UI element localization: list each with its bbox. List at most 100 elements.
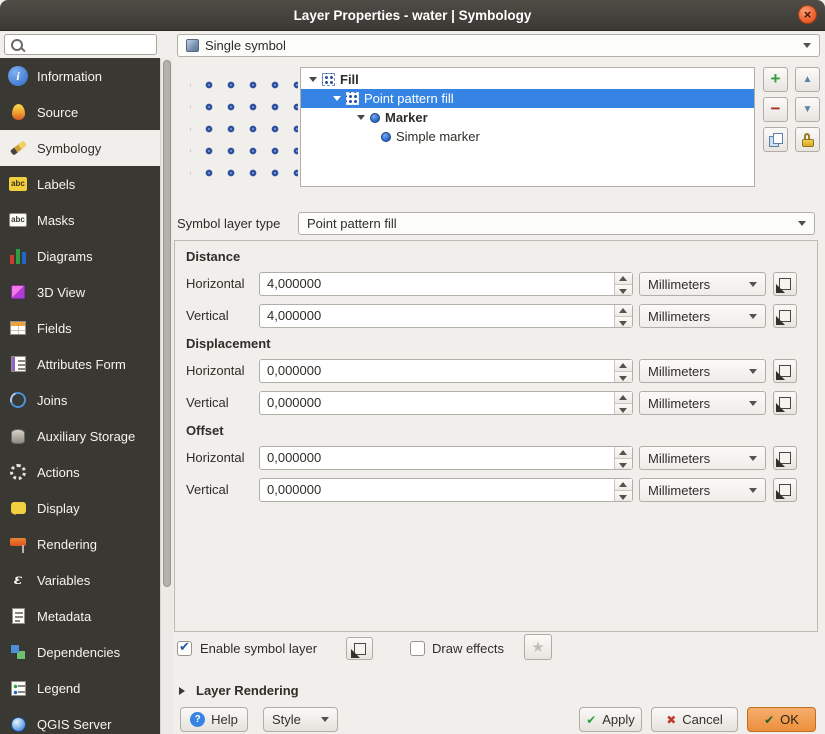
spin-up-button[interactable] [615,273,632,285]
sidebar-item-auxiliary-storage[interactable]: Auxiliary Storage [0,418,160,454]
sidebar-item-label: Legend [37,681,80,696]
spin-up-button[interactable] [615,479,632,491]
sidebar-item-actions[interactable]: Actions [0,454,160,490]
sidebar-item-fields[interactable]: Fields [0,310,160,346]
sidebar-item-3d-view[interactable]: 3D View [0,274,160,310]
sidebar-item-metadata[interactable]: Metadata [0,598,160,634]
displacement-vertical-input[interactable]: 0,000000 [259,391,633,415]
close-button[interactable]: × [798,5,817,24]
expander-icon[interactable] [333,96,341,105]
apply-button[interactable]: Apply [579,707,642,732]
symbol-layer-type-combo[interactable]: Point pattern fill [298,212,815,235]
spin-up-button[interactable] [615,360,632,372]
sidebar-item-diagrams[interactable]: Diagrams [0,238,160,274]
displacement-horizontal-unit-combo[interactable]: Millimeters [639,359,766,383]
sidebar-item-joins[interactable]: Joins [0,382,160,418]
sidebar-item-label: 3D View [37,285,85,300]
symbol-tree-item[interactable]: Marker [301,108,754,127]
sidebar-item-display[interactable]: Display [0,490,160,526]
duplicate-symbol-layer-button[interactable] [763,127,788,152]
renderer-combo[interactable]: Single symbol [177,34,820,57]
symbol-layer-type-label: Symbol layer type [177,216,280,231]
scrollbar-thumb[interactable] [163,60,171,587]
sidebar-item-label: QGIS Server [37,717,111,732]
displacement-vertical-override-button[interactable] [773,391,797,415]
sidebar-item-information[interactable]: Information [0,58,160,94]
move-up-button[interactable]: ▲ [795,67,820,92]
sidebar-item-labels[interactable]: Labels [0,166,160,202]
symbol-tree-item[interactable]: Point pattern fill [301,89,754,108]
sidebar-item-source[interactable]: Source [0,94,160,130]
data-defined-icon [779,484,791,496]
offset-vertical-unit-combo[interactable]: Millimeters [639,478,766,502]
layer-rendering-section[interactable]: Layer Rendering [179,683,299,698]
duplicate-icon [769,133,783,147]
offset-vertical-row: Vertical0,000000Millimeters [175,478,817,503]
unit-value: Millimeters [648,483,710,498]
distance-horizontal-override-button[interactable] [773,272,797,296]
sidebar-item-masks[interactable]: Masks [0,202,160,238]
sidebar-item-dependencies[interactable]: Dependencies [0,634,160,670]
section-title: Offset [186,423,224,438]
form-icon [8,354,28,374]
enable-symbol-layer-label: Enable symbol layer [200,641,317,656]
symbol-tree-item[interactable]: Fill [301,70,754,89]
labels-icon [8,174,28,194]
offset-vertical-override-button[interactable] [773,478,797,502]
offset-horizontal-unit-combo[interactable]: Millimeters [639,446,766,470]
distance-horizontal-input[interactable]: 4,000000 [259,272,633,296]
style-button[interactable]: Style [263,707,338,732]
enable-layer-override-button[interactable] [346,637,373,660]
spin-down-button[interactable] [615,404,632,415]
distance-vertical-input[interactable]: 4,000000 [259,304,633,328]
section-title: Distance [186,249,240,264]
sidebar-item-rendering[interactable]: Rendering [0,526,160,562]
help-button[interactable]: Help [180,707,248,732]
spin-up-button[interactable] [615,447,632,459]
cancel-label: Cancel [682,712,722,727]
search-icon [11,39,23,51]
expander-icon[interactable] [309,77,317,86]
distance-vertical-row: Vertical4,000000Millimeters [175,304,817,329]
enable-symbol-layer-checkbox[interactable] [177,641,192,656]
offset-horizontal-input[interactable]: 0,000000 [259,446,633,470]
spin-down-button[interactable] [615,491,632,502]
style-label: Style [272,712,301,727]
lock-color-button[interactable] [795,127,820,152]
displacement-horizontal-override-button[interactable] [773,359,797,383]
ok-button[interactable]: OK [747,707,816,732]
add-symbol-layer-button[interactable]: + [763,67,788,92]
spin-down-button[interactable] [615,459,632,470]
draw-effects-checkbox[interactable] [410,641,425,656]
symbol-tree-item[interactable]: Simple marker [301,127,754,146]
symbol-preview [190,70,298,182]
offset-vertical-input[interactable]: 0,000000 [259,478,633,502]
spin-up-button[interactable] [615,305,632,317]
displacement-horizontal-input[interactable]: 0,000000 [259,359,633,383]
sidebar-item-legend[interactable]: Legend [0,670,160,706]
distance-vertical-unit-combo[interactable]: Millimeters [639,304,766,328]
titlebar[interactable]: Layer Properties - water | Symbology × [0,0,825,31]
spin-down-button[interactable] [615,285,632,296]
cancel-button[interactable]: Cancel [651,707,738,732]
spin-down-button[interactable] [615,372,632,383]
distance-vertical-override-button[interactable] [773,304,797,328]
remove-symbol-layer-button[interactable]: − [763,97,788,122]
sidebar-item-qgis-server[interactable]: QGIS Server [0,706,160,734]
spin-up-button[interactable] [615,392,632,404]
sidebar-item-variables[interactable]: Variables [0,562,160,598]
sidebar-item-label: Joins [37,393,67,408]
distance-horizontal-unit-combo[interactable]: Millimeters [639,272,766,296]
sidebar-scrollbar[interactable] [160,58,173,734]
spin-down-button[interactable] [615,317,632,328]
sidebar-item-label: Labels [37,177,75,192]
sidebar-item-attributes-form[interactable]: Attributes Form [0,346,160,382]
expander-icon[interactable] [357,115,365,124]
sidebar-item-label: Rendering [37,537,97,552]
sidebar-item-symbology[interactable]: Symbology [0,130,160,166]
search-input[interactable] [4,34,157,55]
effects-options-button[interactable] [524,634,552,660]
move-down-button[interactable]: ▼ [795,97,820,122]
offset-horizontal-override-button[interactable] [773,446,797,470]
displacement-vertical-unit-combo[interactable]: Millimeters [639,391,766,415]
